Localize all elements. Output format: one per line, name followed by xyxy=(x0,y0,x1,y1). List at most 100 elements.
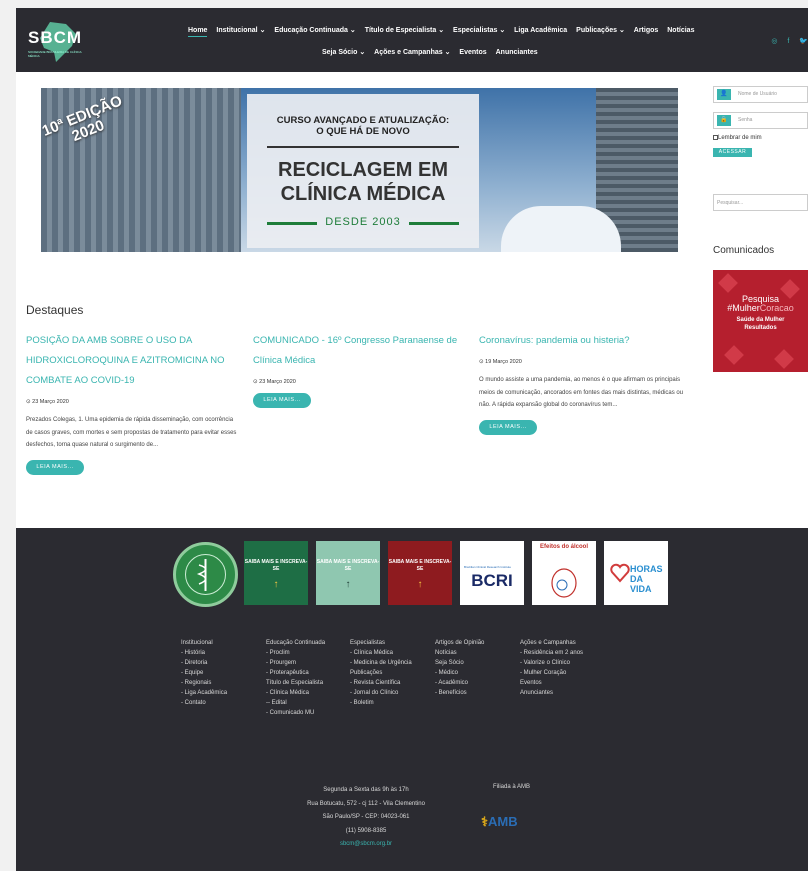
footer-link[interactable]: - Diretoria xyxy=(181,658,227,668)
footer-link[interactable]: - Medicina de Urgência xyxy=(350,658,412,668)
post-excerpt: Prezados Colegas, 1. Uma epidemia de ráp… xyxy=(26,417,237,448)
course-box-mint[interactable]: SAIBA MAIS E INSCREVA-SE ↑ xyxy=(316,541,380,605)
nav-seja-socio[interactable]: Seja Sócio ⌄ xyxy=(322,48,365,56)
banner-text-box: CURSO AVANÇADO E ATUALIZAÇÃO: O QUE HÁ D… xyxy=(247,94,479,248)
post-date: ⊙ 23 Março 2020 xyxy=(26,399,69,405)
nav-acoes-campanhas[interactable]: Ações e Campanhas ⌄ xyxy=(374,48,450,56)
read-more-button[interactable]: LEIA MAIS... xyxy=(479,419,537,435)
facebook-icon[interactable]: f xyxy=(787,38,789,45)
pregnancy-icon xyxy=(551,568,577,598)
footer-link[interactable]: - Mulher Coração xyxy=(520,668,583,678)
footer-column-1: Institucional - História - Diretoria - E… xyxy=(181,638,227,708)
footer-link[interactable]: - Proclim xyxy=(266,648,325,658)
username-placeholder: Nome de Usuário xyxy=(738,91,777,97)
logo-text: SBCM xyxy=(28,28,83,47)
footer-link[interactable]: Educação Continuada xyxy=(266,638,325,648)
footer-link[interactable]: - Regionais xyxy=(181,678,227,688)
footer-link[interactable]: Publicações xyxy=(350,668,412,678)
footer-link[interactable]: - Revista Científica xyxy=(350,678,412,688)
page: SBCM SOCIEDADE BRASILEIRA DE CLÍNICA MÉD… xyxy=(16,8,808,871)
instagram-icon[interactable]: ◎ xyxy=(771,38,777,45)
sbcm-seal-logo[interactable] xyxy=(173,542,238,607)
footer-link[interactable]: - Equipe xyxy=(181,668,227,678)
heart-icon xyxy=(610,563,630,583)
destaques-heading: Destaques xyxy=(26,303,84,317)
footer-link[interactable]: - Boletim xyxy=(350,698,412,708)
footer-link[interactable]: - Acadêmico xyxy=(435,678,484,688)
nav-anunciantes[interactable]: Anunciantes xyxy=(496,49,538,56)
footer-link[interactable]: - Liga Acadêmica xyxy=(181,688,227,698)
nav-especialistas[interactable]: Especialistas ⌄ xyxy=(453,26,505,34)
course-box-green[interactable]: SAIBA MAIS E INSCREVA-SE ↑ xyxy=(244,541,308,605)
footer-link[interactable]: - Jornal do Clínico xyxy=(350,688,412,698)
amb-logo[interactable]: ⚕AMB xyxy=(481,814,518,830)
lock-icon: 🔒 xyxy=(717,115,731,126)
email-link[interactable]: sbcm@sbcm.org.br xyxy=(286,838,446,852)
footer-link[interactable]: Título de Especialista xyxy=(266,678,325,688)
main-nav-row-2: Seja Sócio ⌄ Ações e Campanhas ⌄ Eventos… xyxy=(322,48,545,56)
nav-institucional[interactable]: Institucional ⌄ xyxy=(216,26,265,34)
footer-link[interactable]: - Contato xyxy=(181,698,227,708)
footer-link[interactable]: Institucional xyxy=(181,638,227,648)
footer-link[interactable]: Especialistas xyxy=(350,638,412,648)
address-line-2: São Paulo/SP - CEP: 04023-061 xyxy=(322,814,410,820)
footer-link[interactable]: - Prourgem xyxy=(266,658,325,668)
comunicados-title: Comunicados xyxy=(713,245,775,256)
footer-link[interactable]: -- Edital xyxy=(266,698,325,708)
footer-link[interactable]: Anunciantes xyxy=(520,688,583,698)
footer-link[interactable]: - Médico xyxy=(435,668,484,678)
twitter-icon[interactable]: 🐦 xyxy=(799,38,808,45)
read-more-button[interactable]: LEIA MAIS... xyxy=(26,459,84,475)
post-date: ⊙ 19 Março 2020 xyxy=(479,359,522,365)
username-field[interactable]: 👤 Nome de Usuário xyxy=(713,86,808,103)
bcri-logo[interactable]: Brazilian Clinical Research Institute BC… xyxy=(460,541,524,605)
footer-column-3: Especialistas - Clínica Médica - Medicin… xyxy=(350,638,412,708)
nav-home[interactable]: Home xyxy=(188,27,208,37)
footer-link[interactable]: - Clínica Médica xyxy=(266,688,325,698)
footer-column-5: Ações e Campanhas - Residência em 2 anos… xyxy=(520,638,583,698)
horas-da-vida-logo[interactable]: HORAS DA VIDA xyxy=(604,541,668,605)
footer-link[interactable]: - Benefícios xyxy=(435,688,484,698)
footer-link[interactable]: Artigos de Opinião xyxy=(435,638,484,648)
read-more-button[interactable]: LEIA MAIS... xyxy=(253,393,311,408)
footer-link[interactable]: - História xyxy=(181,648,227,658)
login-button[interactable]: ACESSAR xyxy=(713,148,752,158)
hero-banner[interactable]: 10ª EDIÇÃO 2020 CURSO AVANÇADO E ATUALIZ… xyxy=(41,88,678,252)
nav-publicacoes[interactable]: Publicações ⌄ xyxy=(576,26,625,34)
post-title-link[interactable]: Coronavírus: pandemia ou histeria? xyxy=(479,331,694,351)
post-title-link[interactable]: POSIÇÃO DA AMB SOBRE O USO DA HIDROXICLO… xyxy=(26,331,241,391)
footer-link[interactable]: Eventos xyxy=(520,678,583,688)
sbcm-logo[interactable]: SBCM SOCIEDADE BRASILEIRA DE CLÍNICA MÉD… xyxy=(26,18,116,64)
nav-noticias[interactable]: Notícias xyxy=(667,27,694,34)
password-placeholder: Senha xyxy=(738,117,753,123)
footer-link[interactable]: Seja Sócio xyxy=(435,658,484,668)
login-form: 👤 Nome de Usuário 🔒 Senha Lembrar de mim… xyxy=(713,86,808,158)
nav-liga-academica[interactable]: Liga Acadêmica xyxy=(514,27,567,34)
caduceus-icon xyxy=(185,554,226,595)
search-input[interactable]: Pesquisar... xyxy=(713,194,808,211)
cloud-image xyxy=(501,206,621,252)
footer-link[interactable]: Notícias xyxy=(435,648,484,658)
arrow-up-icon: ↑ xyxy=(345,579,351,590)
footer-link[interactable]: Ações e Campanhas xyxy=(520,638,583,648)
footer-link[interactable]: - Clínica Médica xyxy=(350,648,412,658)
remember-label: Lembrar de mim xyxy=(718,135,762,142)
main-nav-row-1: Home Institucional ⌄ Educação Continuada… xyxy=(188,26,701,37)
nav-eventos[interactable]: Eventos xyxy=(459,49,486,56)
footer-link[interactable]: - Proterapêutica xyxy=(266,668,325,678)
password-field[interactable]: 🔒 Senha xyxy=(713,112,808,129)
campaign-subtitle: Saúde da Mulher Resultados xyxy=(736,317,785,331)
efeitos-alcool-banner[interactable]: Efeitos do álcool xyxy=(532,541,596,605)
post-title-link[interactable]: COMUNICADO - 16º Congresso Paranaense de… xyxy=(253,331,468,371)
logo-subtext: SOCIEDADE BRASILEIRA DE CLÍNICA MÉDICA xyxy=(28,50,82,58)
nav-titulo-especialista[interactable]: Título de Especialista ⌄ xyxy=(365,26,444,34)
course-box-red[interactable]: SAIBA MAIS E INSCREVA-SE ↑ xyxy=(388,541,452,605)
campaign-banner-mulher-coracao[interactable]: Pesquisa #MulherCoracao Saúde da Mulher … xyxy=(713,270,808,372)
remember-me[interactable]: Lembrar de mim xyxy=(713,135,808,141)
footer-link[interactable]: - Residência em 2 anos xyxy=(520,648,583,658)
footer-link[interactable]: - Valorize o Clínico xyxy=(520,658,583,668)
nav-artigos[interactable]: Artigos xyxy=(634,27,659,34)
nav-educacao-continuada[interactable]: Educação Continuada ⌄ xyxy=(274,26,355,34)
footer-link[interactable]: - Comunicado MU xyxy=(266,708,325,718)
phone-number: (11) 5908-8385 xyxy=(345,827,387,834)
